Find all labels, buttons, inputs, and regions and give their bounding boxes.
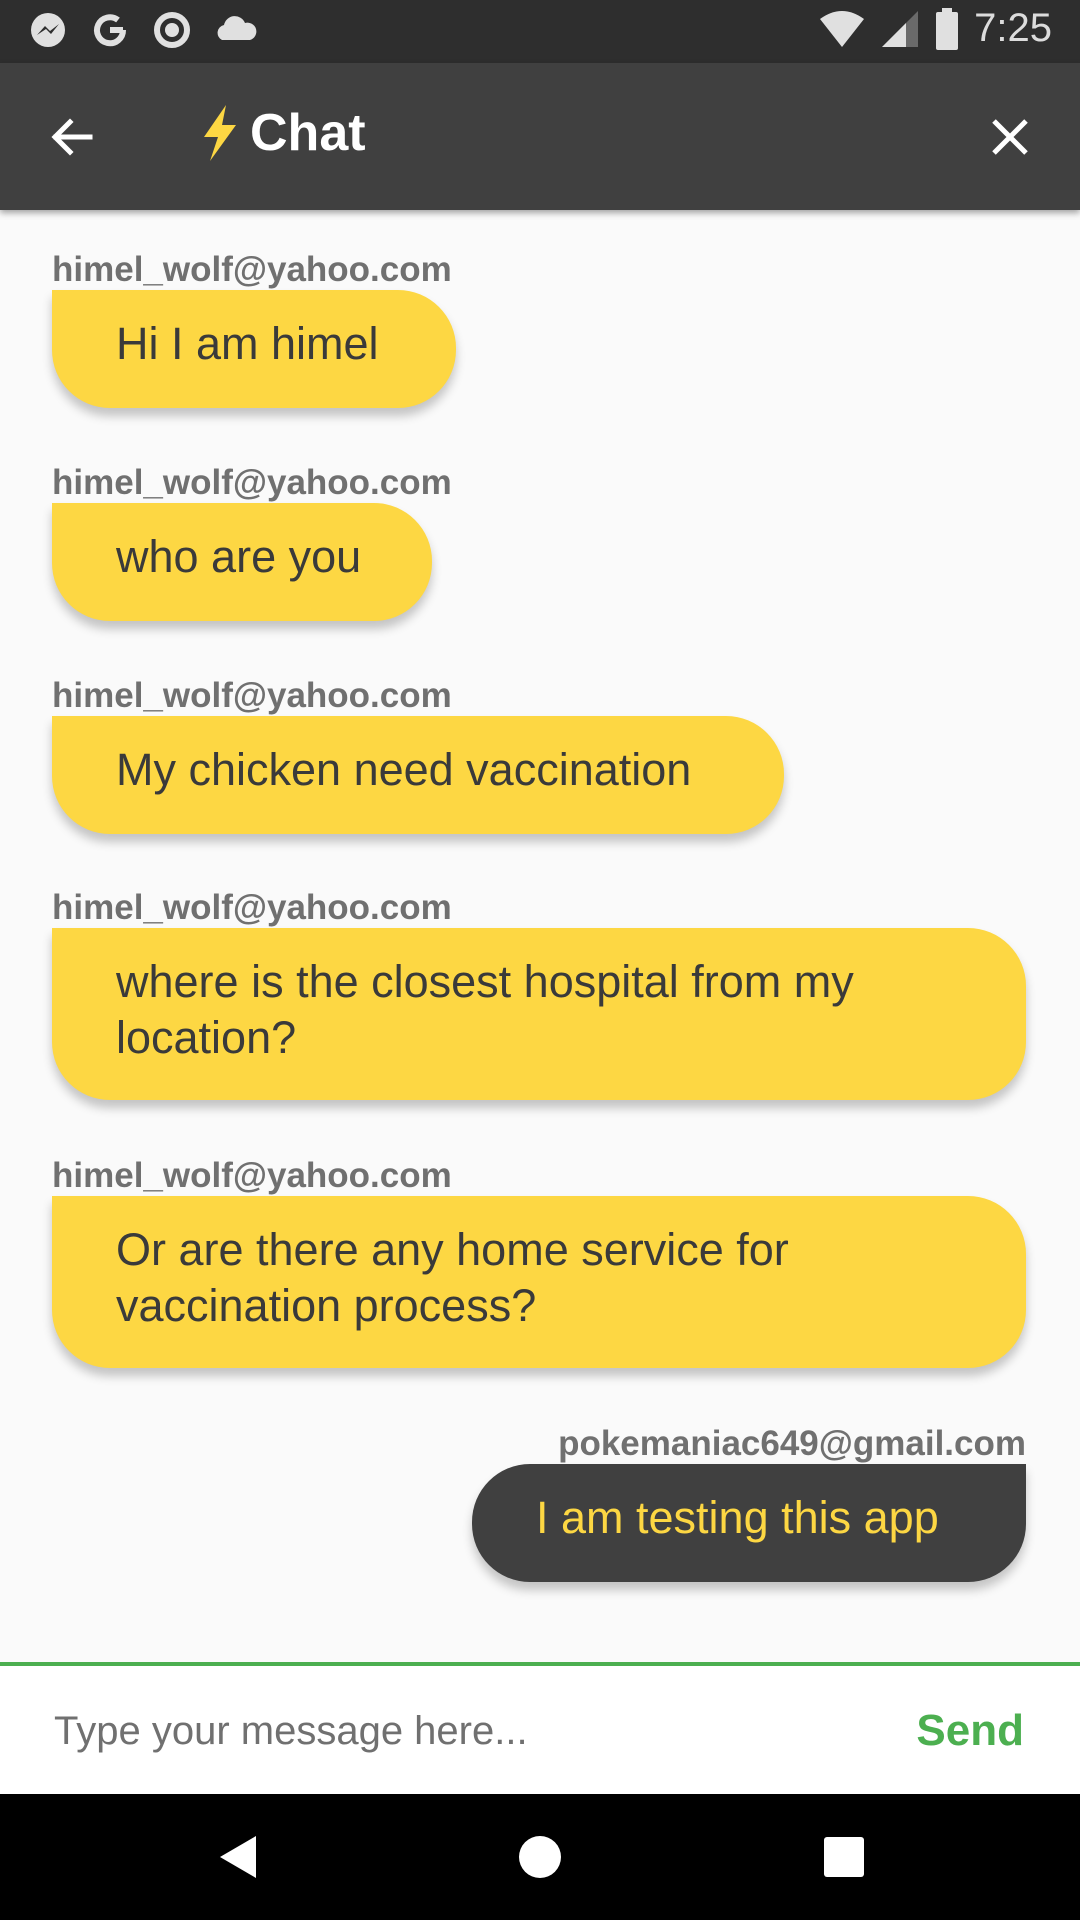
message-bubble: Or are there any home service for vaccin… [52, 1196, 1026, 1368]
cloud-icon [214, 10, 258, 50]
lightning-bolt-icon [204, 105, 236, 161]
message-item: himel_wolf@yahoo.com Or are there any ho… [52, 1156, 1026, 1368]
google-icon [90, 10, 130, 50]
message-sender: pokemaniac649@gmail.com [558, 1424, 1026, 1463]
message-sender: himel_wolf@yahoo.com [52, 888, 452, 927]
status-time: 7:25 [974, 6, 1052, 50]
close-button[interactable] [984, 111, 1036, 163]
nav-recents-button[interactable] [819, 1832, 869, 1882]
message-bubble: I am testing this app [472, 1464, 1026, 1582]
nav-home-button[interactable] [515, 1832, 565, 1882]
message-item: pokemaniac649@gmail.com I am testing thi… [472, 1424, 1026, 1582]
circle-home-icon [519, 1836, 561, 1878]
message-bubble: where is the closest hospital from my lo… [52, 928, 1026, 1100]
status-bar: 7:25 [0, 0, 1080, 63]
close-icon [992, 119, 1028, 155]
circle-icon [152, 10, 192, 50]
message-bubble: Hi I am himel [52, 290, 456, 408]
message-sender: himel_wolf@yahoo.com [52, 676, 452, 715]
message-bubble: My chicken need vaccination [52, 716, 784, 834]
message-composer: Send [0, 1662, 1080, 1797]
battery-icon [934, 7, 960, 51]
back-button[interactable] [44, 109, 100, 165]
nav-back-button[interactable] [214, 1832, 264, 1882]
triangle-back-icon [220, 1836, 256, 1878]
message-sender: himel_wolf@yahoo.com [52, 1156, 452, 1195]
page-title: Chat [196, 103, 366, 163]
wifi-icon [818, 9, 866, 49]
message-item: himel_wolf@yahoo.com Hi I am himel [52, 250, 456, 408]
notification-icons [28, 10, 258, 50]
send-button[interactable]: Send [916, 1706, 1024, 1756]
message-sender: himel_wolf@yahoo.com [52, 250, 452, 289]
title-text: Chat [250, 104, 366, 162]
system-nav-bar [0, 1794, 1080, 1920]
messenger-icon [28, 10, 68, 50]
arrow-left-icon [51, 118, 93, 156]
message-sender: himel_wolf@yahoo.com [52, 463, 452, 502]
message-bubble: who are you [52, 503, 432, 621]
system-icons: 7:25 [818, 6, 1052, 51]
app-bar: Chat [0, 63, 1080, 210]
message-item: himel_wolf@yahoo.com where is the closes… [52, 888, 1026, 1100]
message-item: himel_wolf@yahoo.com My chicken need vac… [52, 676, 784, 834]
message-input[interactable] [52, 1700, 816, 1762]
message-item: himel_wolf@yahoo.com who are you [52, 463, 452, 621]
signal-icon [880, 9, 920, 49]
square-recents-icon [824, 1837, 864, 1877]
message-list[interactable]: himel_wolf@yahoo.com Hi I am himel himel… [0, 210, 1080, 1660]
